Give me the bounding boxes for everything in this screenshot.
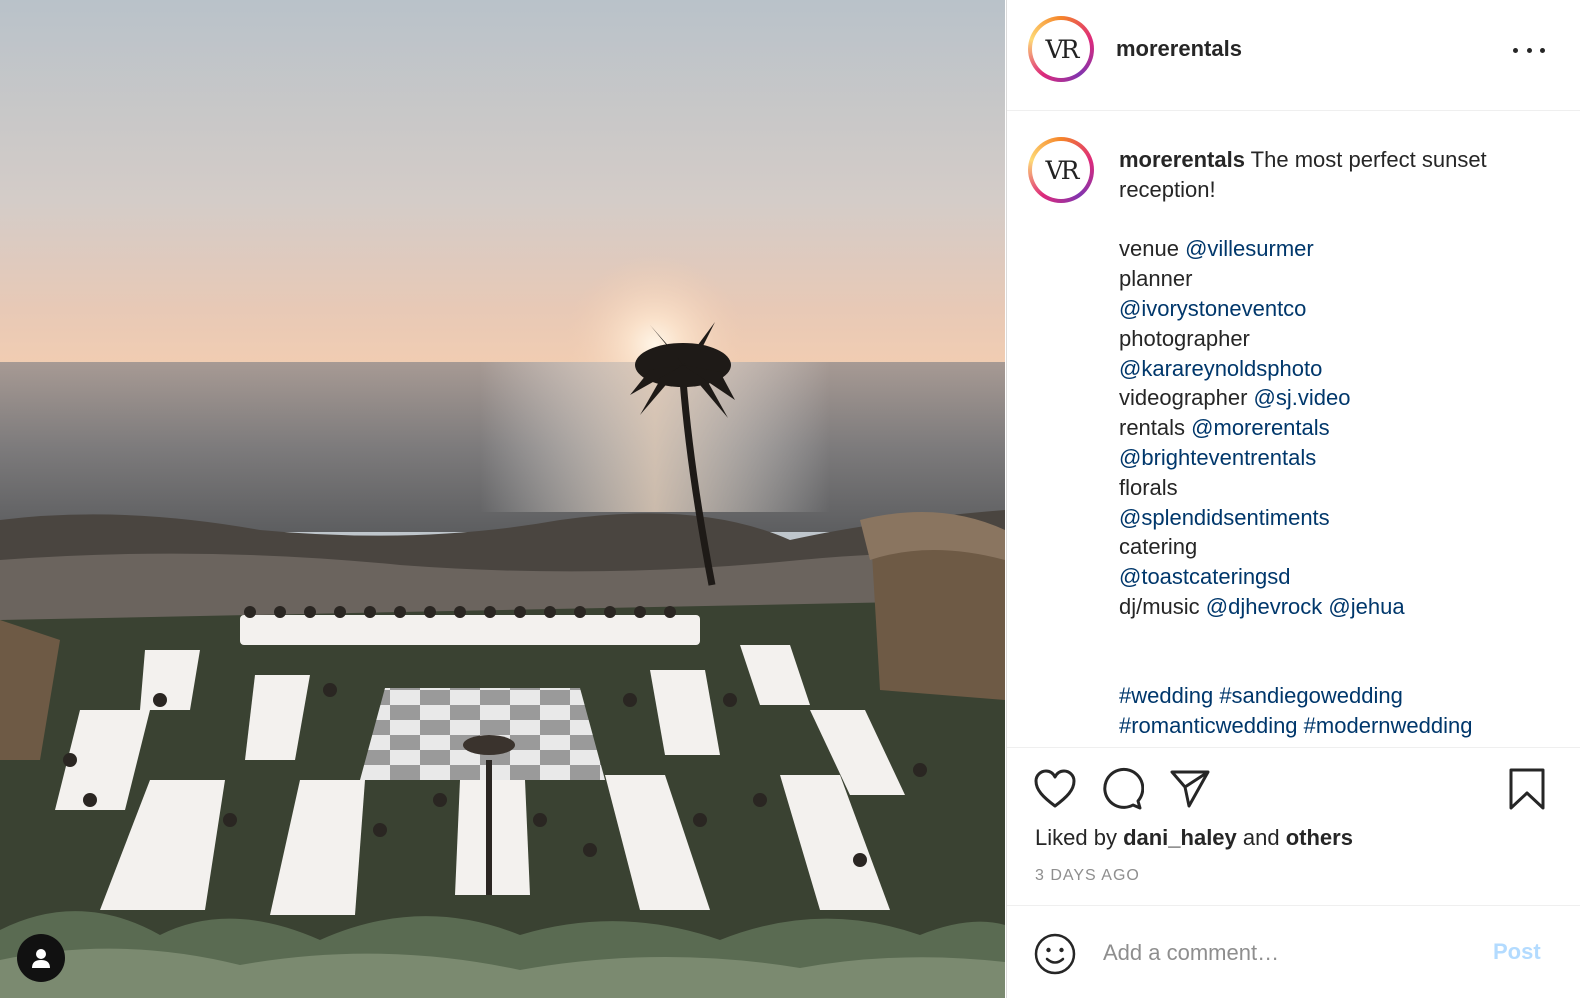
caption-area: VR morerentals The most perfect sunset r… [1007, 111, 1580, 747]
avatar-logo: VR [1045, 34, 1080, 64]
hashtag-link[interactable]: #sandiegowedding [1219, 683, 1403, 708]
credit-handle[interactable]: @toastcateringsd [1119, 564, 1291, 589]
post-comment-button[interactable]: Post [1493, 939, 1541, 965]
user-tag-button[interactable] [17, 934, 65, 982]
credit-handle[interactable]: @djhevrock [1206, 594, 1323, 619]
likes-others[interactable]: others [1286, 825, 1353, 850]
credit-handle[interactable]: @jehua [1328, 594, 1404, 619]
credit-label: florals [1119, 474, 1178, 500]
post-header: VR morerentals [1007, 0, 1580, 111]
comment-input[interactable] [1103, 936, 1473, 970]
header-username[interactable]: morerentals [1116, 36, 1242, 62]
heart-icon[interactable] [1033, 768, 1077, 810]
liked-by-user[interactable]: dani_haley [1123, 825, 1237, 850]
post-timestamp[interactable]: 3 DAYS AGO [1035, 867, 1140, 885]
credit-label: venue [1119, 236, 1186, 262]
credit-line: venue @villesurmer [1119, 234, 1559, 264]
post-actions: Liked by dani_haley and others 3 DAYS AG… [1007, 747, 1580, 905]
credit-line: @karareynoldsphoto [1119, 354, 1559, 384]
credit-label: rentals [1119, 415, 1192, 441]
credit-line: planner [1119, 264, 1559, 294]
credit-handle[interactable]: @sj.video [1254, 385, 1351, 410]
credit-line: catering [1119, 532, 1559, 562]
credit-label: planner [1119, 266, 1193, 292]
likes-middle: and [1236, 825, 1286, 850]
more-options-icon[interactable] [1513, 38, 1545, 62]
credit-line: @splendidsentiments [1119, 503, 1559, 533]
credit-handle[interactable]: @karareynoldsphoto [1119, 356, 1322, 381]
hashtag-line: #wedding #sandiegowedding [1119, 681, 1559, 711]
hashtag-link[interactable]: #modernwedding [1304, 713, 1473, 738]
credit-label: videographer [1119, 385, 1254, 411]
credit-line: florals [1119, 473, 1559, 503]
comment-icon[interactable] [1100, 767, 1144, 811]
credit-handle[interactable]: @villesurmer [1185, 236, 1314, 261]
profile-avatar[interactable]: VR [1028, 16, 1094, 82]
post-caption: morerentals The most perfect sunset rece… [1119, 145, 1559, 741]
credit-handle[interactable]: @brighteventrentals [1119, 445, 1316, 470]
credit-handle[interactable]: @ivorystoneventco [1119, 296, 1306, 321]
credit-line: @brighteventrentals [1119, 443, 1559, 473]
credit-line: dj/music @djhevrock @jehua [1119, 592, 1559, 622]
caption-username[interactable]: morerentals [1119, 147, 1245, 172]
hashtag-link[interactable]: #wedding [1119, 683, 1213, 708]
user-tag-icon [32, 949, 50, 968]
credit-label: catering [1119, 534, 1198, 560]
hashtag-line: #romanticwedding #modernwedding [1119, 711, 1559, 741]
credit-line: rentals @morerentals [1119, 413, 1559, 443]
share-icon[interactable] [1169, 769, 1211, 809]
avatar-logo: VR [1045, 155, 1080, 185]
credit-handle[interactable]: @morerentals [1191, 415, 1330, 440]
credit-line: @toastcateringsd [1119, 562, 1559, 592]
credit-handle[interactable]: @splendidsentiments [1119, 505, 1330, 530]
post-side-panel: VR morerentals VR morerentals The most p… [1006, 0, 1580, 998]
sunset-reception-photo [0, 0, 1005, 998]
credit-line: @ivorystoneventco [1119, 294, 1559, 324]
credit-line: videographer @sj.video [1119, 383, 1559, 413]
likes-prefix: Liked by [1035, 825, 1124, 850]
credit-label: dj/music [1119, 593, 1206, 619]
emoji-icon[interactable] [1034, 933, 1076, 975]
credit-line: photographer [1119, 324, 1559, 354]
comment-bar: Post [1007, 905, 1580, 999]
hashtag-link[interactable]: #romanticwedding [1119, 713, 1298, 738]
likes-summary: Liked by dani_haley and others [1035, 825, 1353, 851]
caption-avatar[interactable]: VR [1028, 137, 1094, 203]
bookmark-icon[interactable] [1507, 767, 1547, 811]
credit-label: photographer [1119, 325, 1250, 351]
post-image[interactable] [0, 0, 1005, 998]
